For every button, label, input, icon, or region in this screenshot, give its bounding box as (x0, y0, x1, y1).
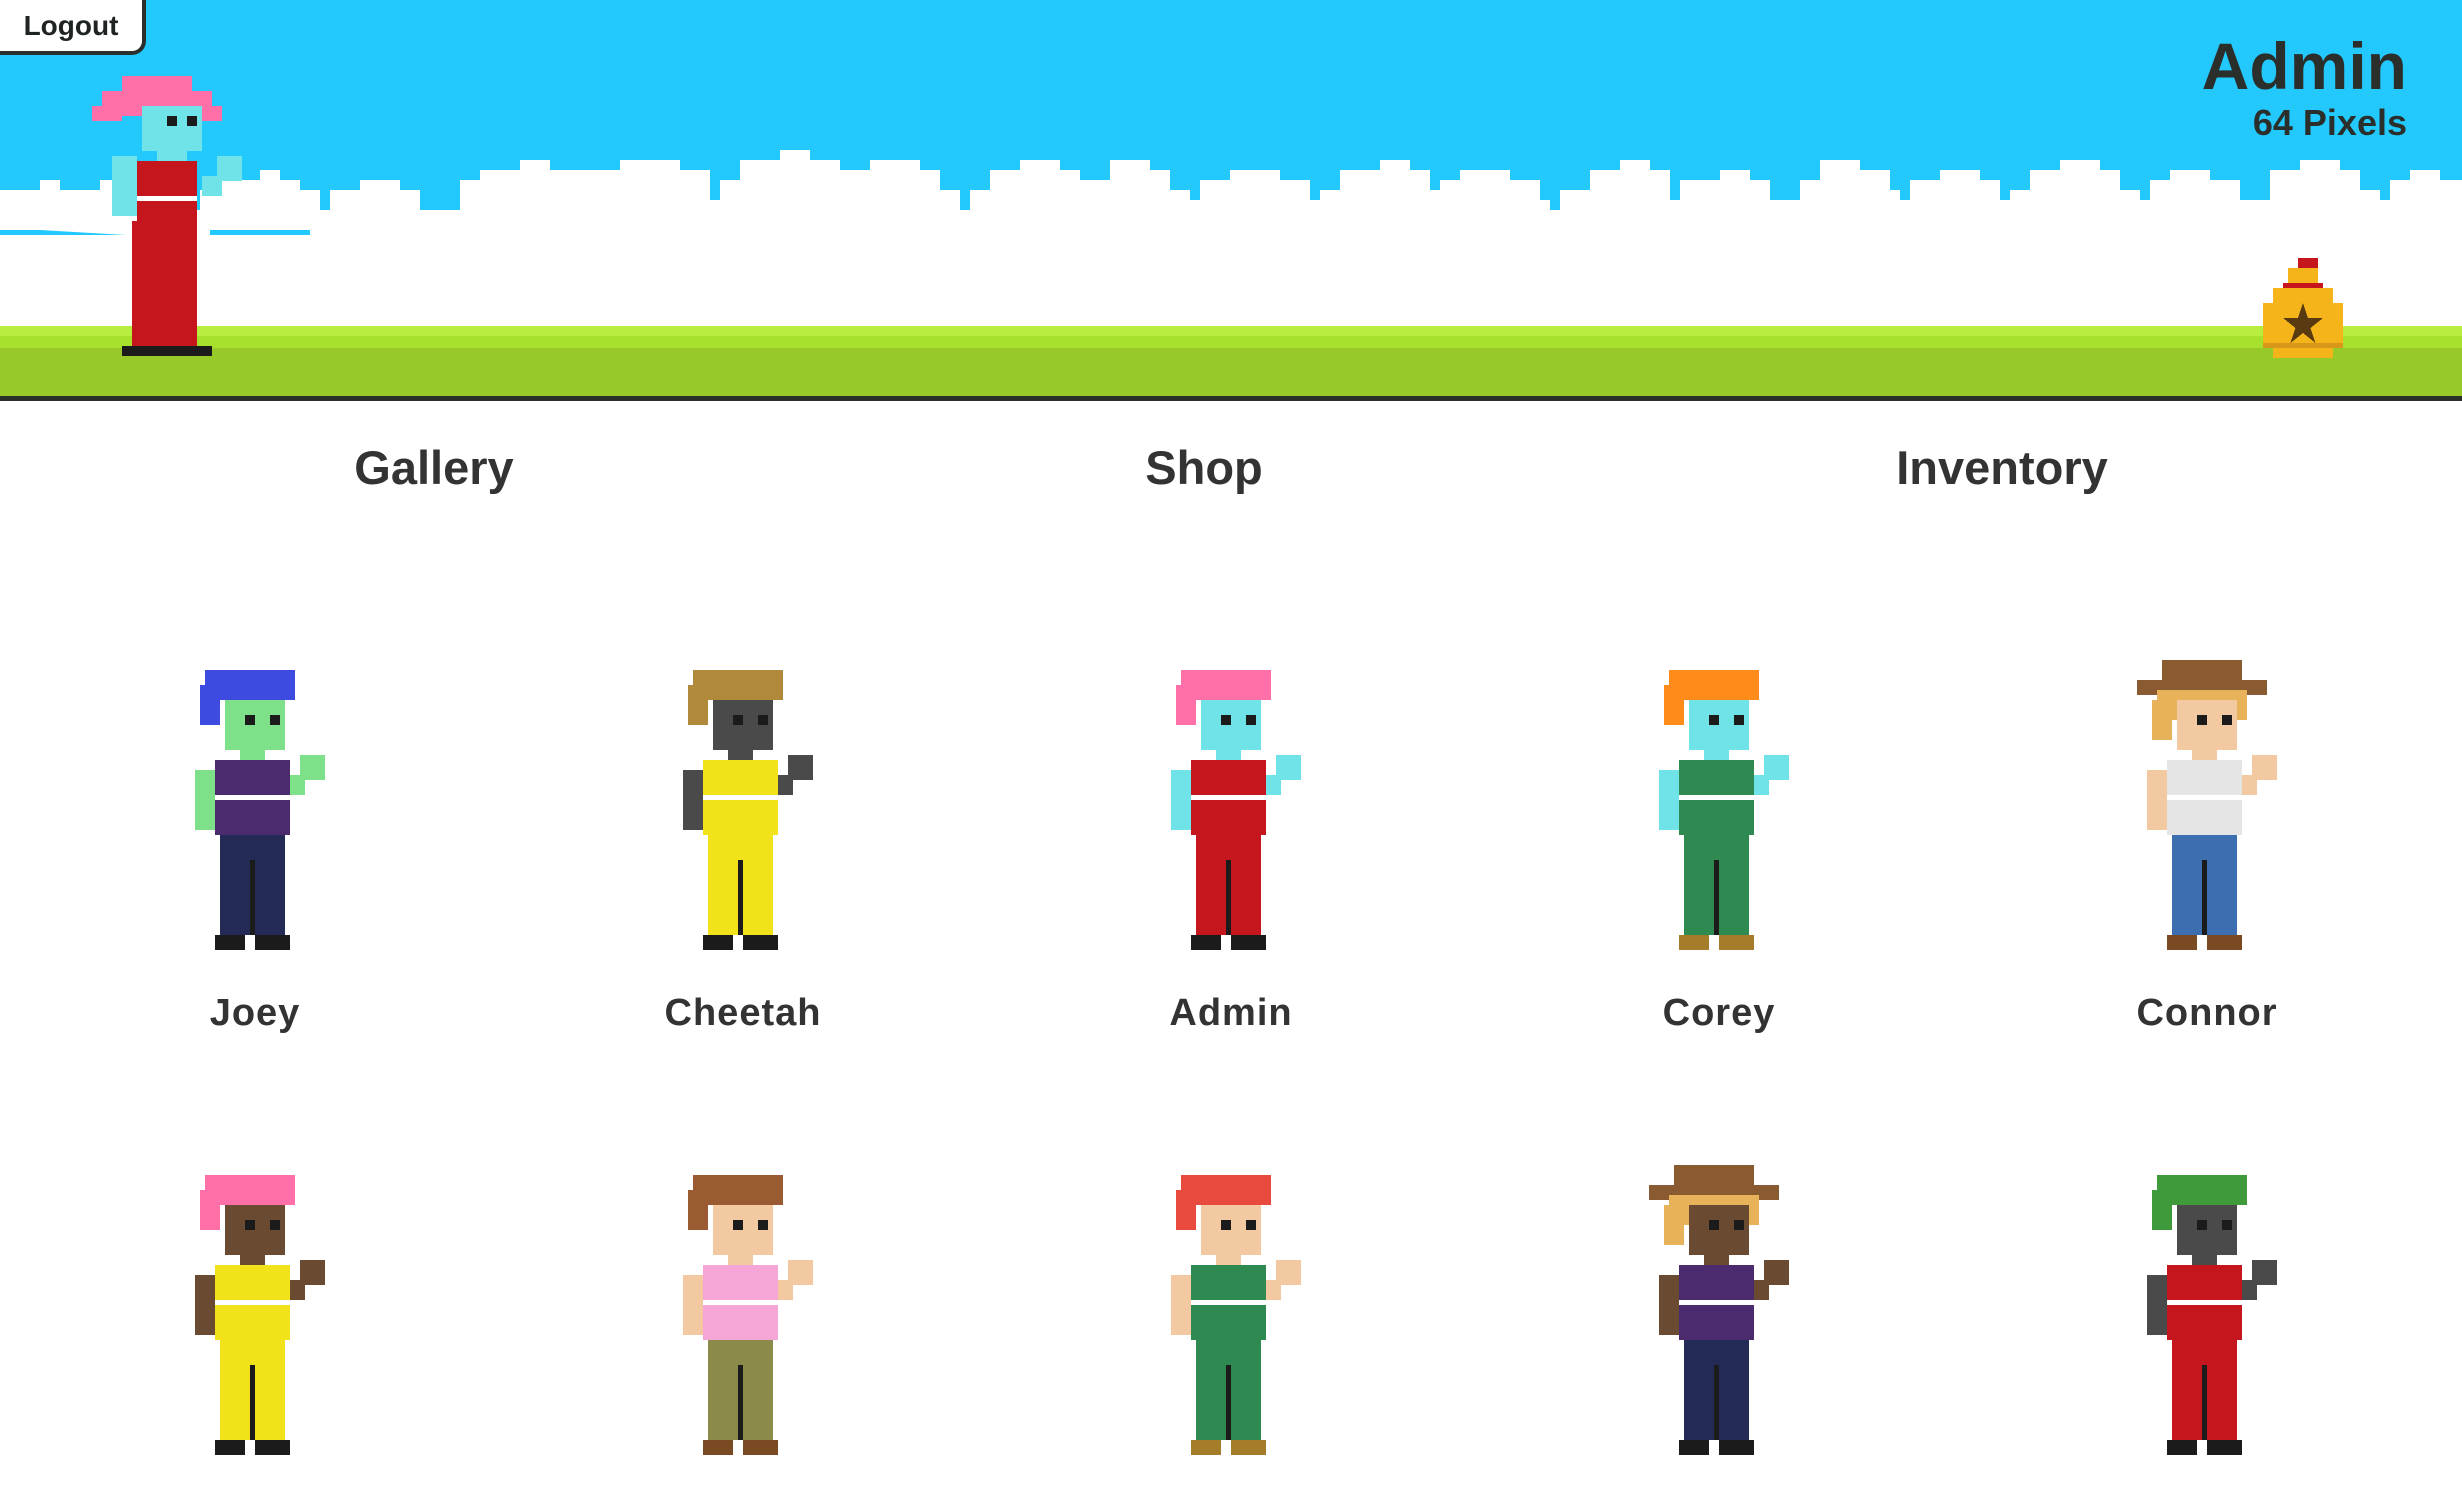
character-sprite (195, 1175, 325, 1455)
character-sprite (2147, 1175, 2277, 1455)
header-banner (0, 0, 2462, 400)
character-sprite (683, 670, 813, 950)
character-card[interactable] (125, 1165, 385, 1510)
pixel-bag-icon[interactable] (2258, 258, 2348, 363)
character-sprite (1649, 1165, 1789, 1455)
character-name: Cheetah (664, 992, 822, 1034)
character-card[interactable]: Admin (1101, 660, 1361, 1080)
character-sprite (1171, 670, 1301, 950)
grass-ground (0, 326, 2462, 396)
character-card[interactable] (1589, 1165, 1849, 1510)
character-card[interactable]: Joey (125, 660, 385, 1080)
character-card[interactable] (2077, 1165, 2337, 1510)
character-sprite (1659, 670, 1789, 950)
user-name: Admin (2201, 29, 2407, 103)
nav-gallery[interactable]: Gallery (354, 440, 513, 495)
nav-inventory[interactable]: Inventory (1896, 440, 2108, 495)
character-sprite (683, 1175, 813, 1455)
character-card[interactable]: Corey (1589, 660, 1849, 1080)
character-name: Connor (2136, 992, 2278, 1034)
nav-shop[interactable]: Shop (1145, 440, 1262, 495)
pixel-balance: 64 Pixels (2252, 102, 2407, 143)
banner-divider (0, 396, 2462, 401)
character-name: Corey (1662, 992, 1776, 1034)
character-sprite (195, 670, 325, 950)
character-name: Admin (1169, 992, 1293, 1034)
character-sprite (2137, 660, 2277, 950)
character-name: Joey (209, 992, 301, 1034)
logout-button[interactable]: Logout (0, 0, 146, 55)
player-avatar (92, 76, 242, 356)
character-card[interactable] (1101, 1165, 1361, 1510)
character-card[interactable]: Cheetah (613, 660, 873, 1080)
user-info: Admin 64 Pixels (2202, 30, 2407, 144)
character-card[interactable]: Connor (2077, 660, 2337, 1080)
character-sprite (1171, 1175, 1301, 1455)
clouds-background (0, 150, 2462, 340)
character-card[interactable] (613, 1165, 873, 1510)
